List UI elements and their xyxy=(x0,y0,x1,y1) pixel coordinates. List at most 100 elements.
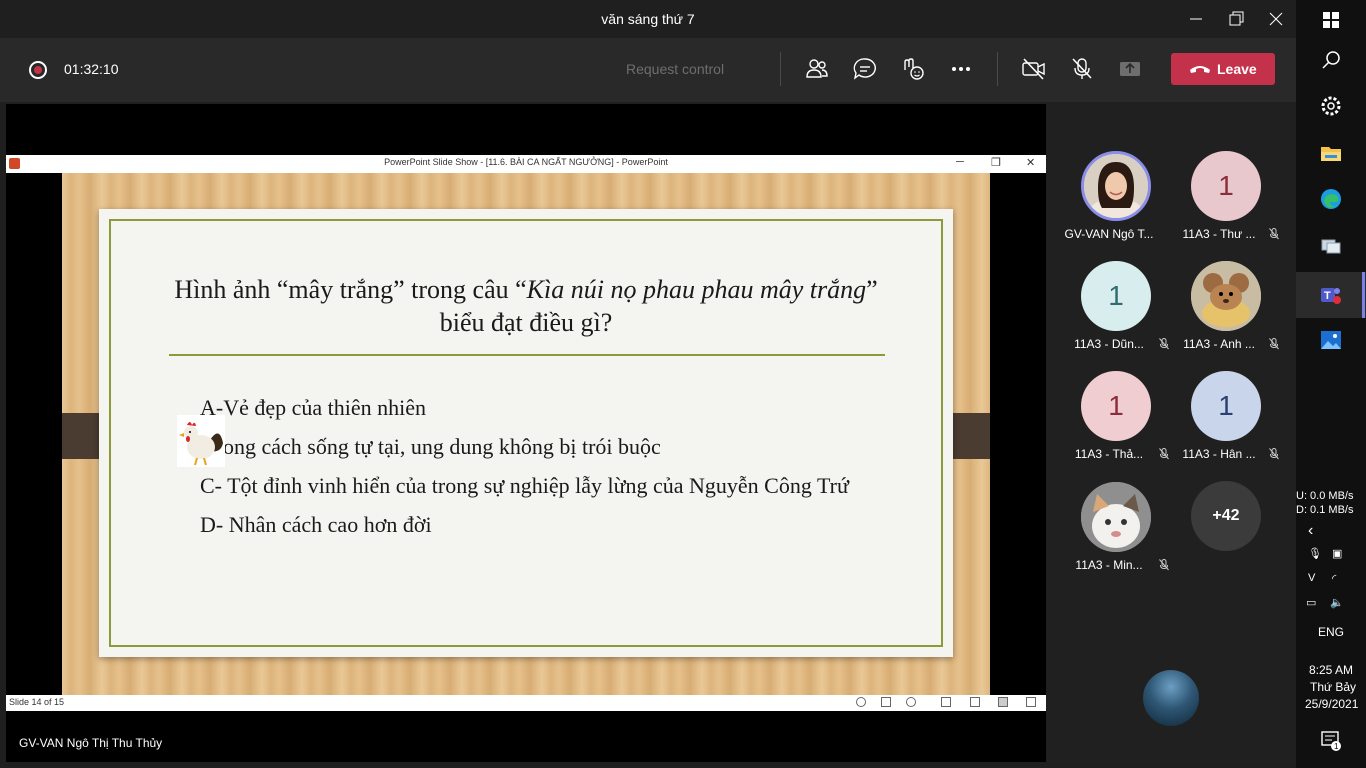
toolbar-divider xyxy=(997,52,998,86)
window-title: văn sáng thứ 7 xyxy=(601,11,695,27)
clock-day[interactable]: Thứ Bảy xyxy=(1310,680,1356,694)
display-tray-icon[interactable]: ▣ xyxy=(1332,547,1342,560)
question-text-line2: biểu đạt điều gì? xyxy=(439,308,613,337)
participant-tile[interactable]: 11A3 - Anh ... xyxy=(1171,261,1281,371)
powerpoint-title: PowerPoint Slide Show - [11.6. BÀI CA NG… xyxy=(384,157,668,167)
answer-d: D- Nhân cách cao hơn đời xyxy=(200,512,432,537)
teams-icon[interactable]: T xyxy=(1319,283,1343,307)
volume-icon[interactable]: 🔈 xyxy=(1330,596,1344,609)
participant-tile[interactable]: 1 11A3 - Thả... xyxy=(1061,371,1171,481)
battery-icon[interactable]: ▭ xyxy=(1306,596,1316,609)
wifi-icon[interactable]: ◜ xyxy=(1332,572,1336,585)
share-icon[interactable] xyxy=(1117,56,1143,82)
avatar-initial: 1 xyxy=(1108,390,1124,421)
reactions-icon[interactable] xyxy=(900,56,926,82)
background-effect-thumbnail[interactable] xyxy=(1143,670,1199,726)
people-icon[interactable] xyxy=(804,56,830,82)
windows-icon[interactable] xyxy=(1319,8,1343,32)
search-icon[interactable] xyxy=(1319,48,1343,72)
more-icon[interactable] xyxy=(948,56,974,82)
participant-name: 11A3 - Min... xyxy=(1075,558,1143,572)
notification-count: 1 xyxy=(1334,742,1339,751)
powerpoint-statusbar: Slide 14 of 15 xyxy=(6,695,1046,711)
avatar-initial: 1 xyxy=(1108,280,1124,311)
clock-time[interactable]: 8:25 AM xyxy=(1309,663,1353,677)
avatar xyxy=(1191,261,1261,331)
answer-list: A-Vẻ đẹp của thiên nhiên ong cách sống t… xyxy=(200,394,849,550)
more-count: +42 xyxy=(1212,507,1240,524)
pp-close-icon: ✕ xyxy=(1026,157,1036,169)
toolbar-divider xyxy=(780,52,781,86)
rooster-image xyxy=(177,415,225,467)
avatar xyxy=(1081,482,1151,552)
close-icon[interactable] xyxy=(1264,8,1288,30)
language-indicator[interactable]: ENG xyxy=(1318,625,1344,639)
reading-view-icon xyxy=(998,697,1008,707)
restore-icon[interactable] xyxy=(1224,8,1248,30)
participant-tile[interactable]: 1 11A3 - Hân ... xyxy=(1171,371,1281,481)
edge-icon[interactable] xyxy=(1319,187,1343,211)
title-bar: văn sáng thứ 7 xyxy=(0,0,1296,38)
pp-restore-icon: ❐ xyxy=(991,157,1001,169)
network-icon[interactable] xyxy=(1319,234,1343,258)
normal-view-icon xyxy=(941,697,951,707)
participant-name: 11A3 - Anh ... xyxy=(1183,337,1255,351)
leave-button[interactable]: Leave xyxy=(1171,53,1275,85)
participant-tile[interactable]: 11A3 - Min... xyxy=(1061,482,1171,592)
participant-name: 11A3 - Thả... xyxy=(1074,447,1144,461)
chat-icon[interactable] xyxy=(852,56,878,82)
question-quote: Kìa núi nọ phau phau mây trắng xyxy=(526,275,867,304)
participant-tile[interactable]: GV-VAN Ngô T... xyxy=(1061,151,1171,261)
net-upload: U: 0.0 MB/s xyxy=(1296,490,1354,502)
slideshow-icon xyxy=(1026,697,1036,707)
avatar: 1 xyxy=(1081,371,1151,441)
avatar: +42 xyxy=(1191,481,1261,551)
clock-date[interactable]: 25/9/2021 xyxy=(1305,697,1358,711)
settings-icon[interactable] xyxy=(1319,94,1343,118)
avatar-initial: 1 xyxy=(1218,390,1234,421)
participant-tile[interactable]: 1 11A3 - Thư ... xyxy=(1171,151,1281,261)
powerpoint-titlebar: PowerPoint Slide Show - [11.6. BÀI CA NG… xyxy=(6,155,1046,173)
mic-off-icon xyxy=(1269,338,1279,350)
photos-icon[interactable] xyxy=(1319,328,1343,352)
pp-minimize-icon: ─ xyxy=(956,156,964,168)
screen: văn sáng thứ 7 01:32:10 Request control xyxy=(0,0,1366,768)
answer-a: A-Vẻ đẹp của thiên nhiên xyxy=(200,395,427,420)
avatar: 1 xyxy=(1191,371,1261,441)
avatar: 1 xyxy=(1081,261,1151,331)
phone-hangup-icon xyxy=(1190,66,1210,73)
show-hidden-icons[interactable]: ‹ xyxy=(1308,522,1313,540)
windows-taskbar: T U: 0.0 MB/s D: 0.1 MB/s ‹ 🎙 ▣ V ◜ ▭ 🔈 … xyxy=(1296,0,1366,768)
next-slide-icon xyxy=(906,697,916,707)
participant-name: 11A3 - Dũn... xyxy=(1074,337,1144,351)
request-control-button[interactable]: Request control xyxy=(626,61,724,77)
participant-name: GV-VAN Ngô T... xyxy=(1064,227,1154,241)
minimize-icon[interactable] xyxy=(1184,8,1208,30)
participant-tile[interactable]: 1 11A3 - Dũn... xyxy=(1061,261,1171,371)
notification-icon[interactable]: 1 xyxy=(1319,728,1343,752)
answer-b-text: ong cách sống tự tại, ung dung không bị … xyxy=(223,434,661,459)
answer-c: C- Tột đỉnh vinh hiển của trong sự nghiệ… xyxy=(200,473,849,498)
camera-off-icon[interactable] xyxy=(1021,56,1047,82)
avatar xyxy=(1081,151,1151,221)
question-close-quote: ” xyxy=(866,275,878,304)
svg-text:T: T xyxy=(1324,290,1331,302)
file-explorer-icon[interactable] xyxy=(1319,141,1343,165)
vpn-tray-icon[interactable]: V xyxy=(1308,572,1315,584)
prev-slide-icon xyxy=(856,697,866,707)
participant-name: 11A3 - Hân ... xyxy=(1182,447,1256,461)
mic-off-icon xyxy=(1159,559,1169,571)
mic-off-icon[interactable] xyxy=(1069,56,1095,82)
mic-off-icon xyxy=(1269,228,1279,240)
slide-sorter-icon xyxy=(970,697,980,707)
participant-name: 11A3 - Thư ... xyxy=(1182,227,1256,241)
recording-icon xyxy=(29,61,47,79)
meeting-timer: 01:32:10 xyxy=(64,61,119,77)
mic-off-icon xyxy=(1159,448,1169,460)
slide-question: Hình ảnh “mây trắng” trong câu “Kìa núi … xyxy=(139,273,913,339)
leave-label: Leave xyxy=(1217,61,1257,77)
question-underline xyxy=(169,354,885,356)
more-participants-tile[interactable]: +42 xyxy=(1171,481,1281,591)
microphone-tray-icon[interactable]: 🎙 xyxy=(1308,547,1322,560)
avatar: 1 xyxy=(1191,151,1261,221)
